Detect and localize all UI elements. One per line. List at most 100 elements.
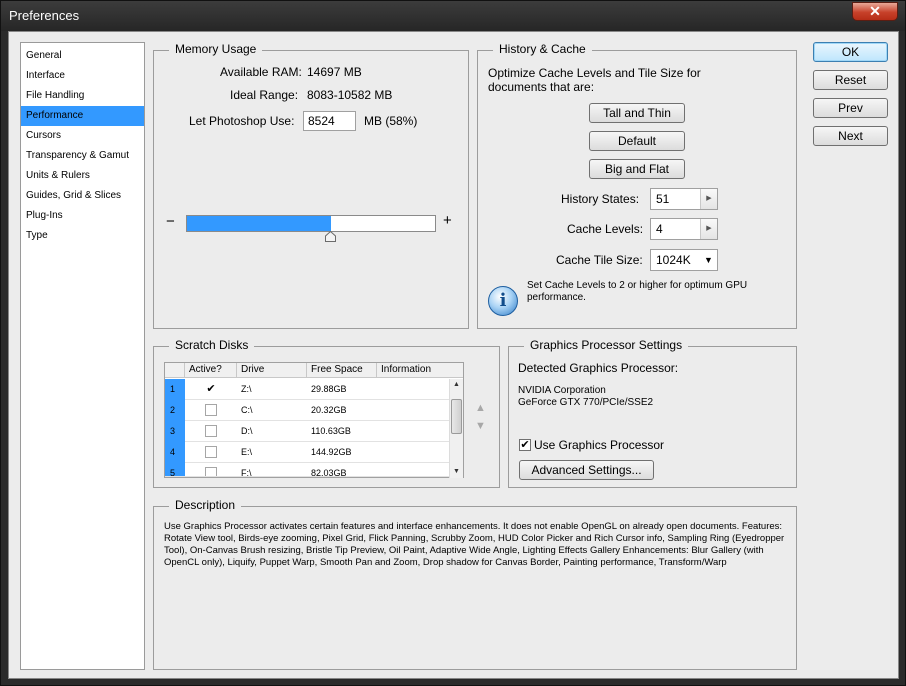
description-text: Use Graphics Processor activates certain… (164, 521, 785, 568)
free-space-cell: 144.92GB (311, 447, 352, 457)
title-bar[interactable]: Preferences ✕ (1, 1, 905, 31)
next-button[interactable]: Next (813, 126, 888, 146)
cache-intro-text: Optimize Cache Levels and Tile Size for … (488, 66, 701, 94)
free-space-cell: 29.88GB (311, 384, 347, 394)
table-header: Active? Drive Free Space Information (165, 363, 463, 378)
use-gpu-label[interactable]: Use Graphics Processor (534, 438, 664, 452)
column-header-information[interactable]: Information (377, 363, 463, 378)
sidebar-item-file-handling[interactable]: File Handling (21, 86, 144, 106)
memory-slider-fill (187, 216, 331, 231)
cache-levels-value: 4 (656, 222, 663, 236)
window-title: Preferences (9, 8, 80, 23)
graphics-processor-group: Graphics Processor Settings Detected Gra… (508, 338, 797, 488)
active-checkbox[interactable] (205, 467, 217, 476)
table-row[interactable]: 5 F:\ 82.03GB (165, 463, 449, 477)
cache-levels-label: Cache Levels: (567, 222, 644, 236)
info-icon: i (488, 286, 518, 316)
cache-levels-stepper[interactable]: 4 ▶ (650, 218, 718, 240)
scroll-down-icon[interactable]: ▼ (450, 466, 463, 478)
memory-slider-thumb[interactable] (325, 231, 336, 242)
table-row[interactable]: 3 D:\ 110.63GB (165, 421, 449, 442)
available-ram-label: Available RAM: (220, 65, 302, 79)
gpu-cache-info-text: Set Cache Levels to 2 or higher for opti… (527, 280, 748, 303)
scrollbar-thumb[interactable] (451, 399, 462, 434)
row-number: 2 (165, 400, 185, 421)
preferences-window: Preferences ✕ General Interface File Han… (0, 0, 906, 686)
tall-and-thin-button[interactable]: Tall and Thin (589, 103, 685, 123)
move-down-icon[interactable]: ▼ (475, 420, 486, 432)
close-icon: ✕ (869, 3, 881, 19)
table-row[interactable]: 1 ✔ Z:\ 29.88GB (165, 379, 449, 400)
drive-cell: E:\ (241, 447, 253, 457)
free-space-cell: 82.03GB (311, 468, 347, 477)
sidebar-item-performance[interactable]: Performance (21, 106, 144, 126)
cache-tile-size-label: Cache Tile Size: (556, 253, 643, 267)
memory-slider[interactable] (186, 215, 436, 232)
row-number: 3 (165, 421, 185, 442)
sidebar-item-transparency[interactable]: Transparency & Gamut (21, 146, 144, 166)
advanced-settings-button[interactable]: Advanced Settings... (519, 460, 654, 480)
sidebar-item-plug-ins[interactable]: Plug-Ins (21, 206, 144, 226)
history-cache-group: History & Cache Optimize Cache Levels an… (477, 42, 797, 329)
sidebar-item-guides-grid[interactable]: Guides, Grid & Slices (21, 186, 144, 206)
scroll-up-icon[interactable]: ▲ (450, 379, 463, 391)
column-header-drive[interactable]: Drive (237, 363, 307, 378)
active-checkbox[interactable]: ✔ (205, 383, 217, 395)
history-states-stepper[interactable]: 51 ▶ (650, 188, 718, 210)
row-number: 1 (165, 379, 185, 400)
column-header-index (165, 363, 185, 378)
close-button[interactable]: ✕ (852, 2, 898, 21)
sidebar-item-type[interactable]: Type (21, 226, 144, 246)
drive-cell: D:\ (241, 426, 253, 436)
available-ram-value: 14697 MB (307, 65, 362, 79)
drive-cell: F:\ (241, 468, 252, 477)
prev-button[interactable]: Prev (813, 98, 888, 118)
gpu-vendor: NVIDIA Corporation (518, 385, 606, 396)
sidebar-item-units-rulers[interactable]: Units & Rulers (21, 166, 144, 186)
cache-tile-size-select[interactable]: 1024K ▼ (650, 249, 718, 271)
description-title: Description (169, 498, 242, 512)
detected-gpu-label: Detected Graphics Processor: (518, 361, 679, 375)
drive-cell: Z:\ (241, 384, 252, 394)
table-row[interactable]: 4 E:\ 144.92GB (165, 442, 449, 463)
move-up-icon[interactable]: ▲ (475, 402, 486, 414)
big-and-flat-button[interactable]: Big and Flat (589, 159, 685, 179)
table-scrollbar[interactable]: ▲ ▼ (449, 379, 463, 478)
sidebar-item-interface[interactable]: Interface (21, 66, 144, 86)
active-checkbox[interactable] (205, 446, 217, 458)
row-number: 4 (165, 442, 185, 463)
dialog-client: General Interface File Handling Performa… (8, 31, 899, 679)
ideal-range-label: Ideal Range: (230, 88, 299, 102)
row-number: 5 (165, 463, 185, 476)
memory-usage-group: Memory Usage Available RAM: 14697 MB Ide… (153, 42, 469, 329)
free-space-cell: 110.63GB (311, 426, 351, 436)
history-cache-title: History & Cache (493, 42, 592, 56)
column-header-free-space[interactable]: Free Space (307, 363, 377, 378)
description-group: Description Use Graphics Processor activ… (153, 498, 797, 670)
scratch-disks-group: Scratch Disks Active? Drive Free Space I… (153, 338, 500, 488)
memory-usage-title: Memory Usage (169, 42, 263, 56)
stepper-arrow-icon[interactable]: ▶ (700, 219, 717, 239)
default-button[interactable]: Default (589, 131, 685, 151)
use-gpu-checkbox[interactable]: ✔ (519, 439, 531, 451)
graphics-processor-title: Graphics Processor Settings (524, 338, 689, 352)
ideal-range-value: 8083-10582 MB (307, 88, 393, 102)
chevron-down-icon[interactable]: ▼ (700, 250, 717, 270)
sidebar-item-cursors[interactable]: Cursors (21, 126, 144, 146)
active-checkbox[interactable] (205, 404, 217, 416)
drive-cell: C:\ (241, 405, 253, 415)
history-states-value: 51 (656, 192, 670, 206)
cache-tile-size-value: 1024K (656, 253, 691, 267)
stepper-arrow-icon[interactable]: ▶ (700, 189, 717, 209)
history-states-label: History States: (561, 192, 640, 206)
reset-button[interactable]: Reset (813, 70, 888, 90)
active-checkbox[interactable] (205, 425, 217, 437)
table-row[interactable]: 2 C:\ 20.32GB (165, 400, 449, 421)
photoshop-use-suffix: MB (58%) (364, 114, 418, 128)
column-header-active[interactable]: Active? (185, 363, 237, 378)
slider-plus-icon[interactable]: + (443, 212, 452, 229)
ok-button[interactable]: OK (813, 42, 888, 62)
slider-minus-icon[interactable]: − (166, 213, 175, 230)
photoshop-use-input[interactable]: 8524 (303, 111, 356, 131)
sidebar-item-general[interactable]: General (21, 46, 144, 66)
